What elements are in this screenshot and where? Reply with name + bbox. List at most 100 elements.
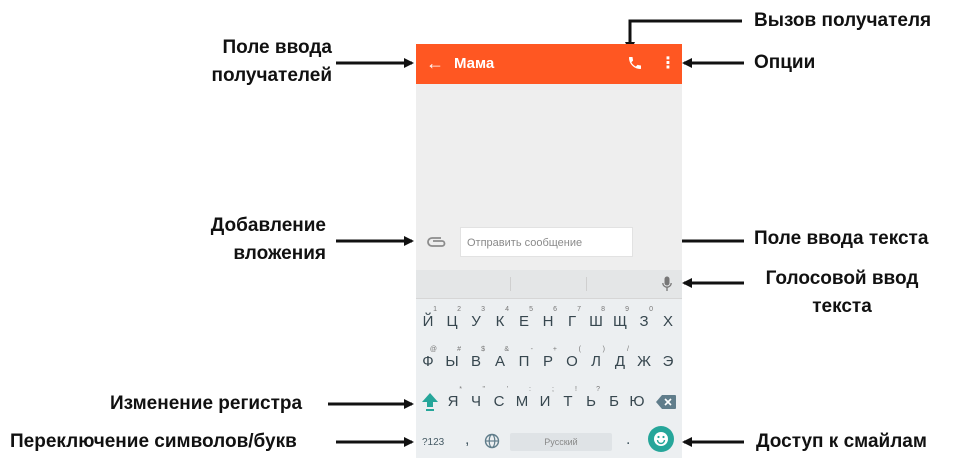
globe-icon[interactable] (484, 433, 500, 454)
key[interactable]: У3 (465, 305, 487, 339)
period-key[interactable]: . (626, 431, 630, 449)
key-hint: 6 (553, 306, 557, 313)
keyboard-row-3: Я * Ч " С ' М: И; Т! Ь? Б Ю (416, 385, 682, 419)
key-hint: ! (575, 386, 577, 393)
key[interactable]: Н6 (537, 305, 559, 339)
key[interactable]: К4 (489, 305, 511, 339)
key-label: Е (518, 313, 529, 330)
keyboard-row-1: Й1Ц2У3К4Е5Н6Г7Ш8Щ9З0Х (416, 305, 682, 339)
key[interactable]: Ю (626, 385, 648, 419)
key-label: Г (567, 313, 577, 330)
key[interactable]: М: (511, 385, 533, 419)
key-label: Я (447, 393, 459, 410)
compose-bar: Отправить сообщение (416, 224, 682, 264)
key-hint: 1 (433, 306, 437, 313)
recipient-name[interactable]: Мама (454, 55, 494, 72)
callout-emoji-access: Доступ к смайлам (756, 431, 927, 452)
key[interactable]: Щ9 (609, 305, 631, 339)
key[interactable]: Э (657, 345, 679, 379)
key[interactable]: Т! (557, 385, 579, 419)
key-hint: # (457, 346, 461, 353)
key-hint: 7 (577, 306, 581, 313)
phone-icon[interactable] (627, 54, 643, 77)
paperclip-icon[interactable] (426, 235, 448, 254)
mic-icon[interactable] (662, 276, 672, 297)
key-hint: ) (602, 346, 605, 353)
key-label: Ь (586, 393, 596, 410)
suggestion-divider (586, 277, 587, 291)
key-hint: & (504, 346, 509, 353)
key-hint: * (459, 386, 462, 393)
key-hint: " (482, 386, 486, 393)
key[interactable]: Д / (609, 345, 631, 379)
key[interactable]: Р + (537, 345, 559, 379)
key-label: Ю (629, 393, 645, 410)
key[interactable]: Я * (442, 385, 464, 419)
backspace-icon[interactable] (656, 395, 676, 414)
callout-symbols-switch: Переключение символов/букв (10, 431, 297, 452)
callout-voice-input: Голосовой ввод текста (765, 268, 919, 317)
key[interactable]: Е5 (513, 305, 535, 339)
key[interactable]: Г7 (561, 305, 583, 339)
key[interactable]: С ' (488, 385, 510, 419)
key-hint: - (530, 346, 533, 353)
key[interactable]: З0 (633, 305, 655, 339)
comma-key[interactable]: , (465, 431, 469, 449)
app-bar: ← Мама ⋮ (416, 44, 682, 84)
key-hint: + (552, 346, 557, 353)
key-hint: 2 (457, 306, 461, 313)
key-label: Э (662, 353, 674, 370)
key-label: Щ (612, 313, 628, 330)
key-hint: ; (552, 386, 554, 393)
key-label: Ч (471, 393, 481, 410)
key-label: Х (662, 313, 673, 330)
callout-options: Опции (754, 52, 816, 73)
callout-call-recipient: Вызов получателя (754, 10, 932, 31)
key-label: Р (542, 353, 553, 370)
key[interactable]: В $ (465, 345, 487, 379)
key[interactable]: Ч " (465, 385, 487, 419)
keyboard-row-4: ?123 , Русский . (416, 425, 682, 458)
key-hint: / (627, 346, 629, 353)
key[interactable]: Ь? (580, 385, 602, 419)
space-key[interactable]: Русский (510, 433, 612, 451)
key[interactable]: А & (489, 345, 511, 379)
key-hint: : (529, 386, 531, 393)
key[interactable]: Ц2 (441, 305, 463, 339)
key[interactable]: И; (534, 385, 556, 419)
key-label: Ж (637, 353, 651, 370)
back-arrow-icon[interactable]: ← (426, 52, 444, 74)
keyboard-row-2: Ф @ Ы # В $ А & П - Р + О(Л) Д / Ж Э (416, 345, 682, 379)
key[interactable]: Б (603, 385, 625, 419)
key-label: В (470, 353, 481, 370)
suggestion-divider (510, 277, 511, 291)
key-hint: ( (578, 346, 581, 353)
more-vert-icon[interactable]: ⋮ (660, 55, 676, 73)
key[interactable]: Ш8 (585, 305, 607, 339)
message-input[interactable]: Отправить сообщение (460, 227, 633, 257)
key-label: Д (614, 353, 626, 370)
key[interactable]: П- (513, 345, 535, 379)
key[interactable]: Л) (585, 345, 607, 379)
key-label: У (471, 313, 481, 330)
key-label: З (639, 313, 649, 330)
key-hint: 8 (601, 306, 605, 313)
key-label: Ш (589, 313, 603, 330)
keyboard: Й1Ц2У3К4Е5Н6Г7Ш8Щ9З0Х Ф @ Ы # В $ А & П - Р + О(Л) Д /… (416, 299, 682, 458)
key-label: А (494, 353, 505, 370)
key[interactable]: Й1 (417, 305, 439, 339)
key[interactable]: Ы # (441, 345, 463, 379)
symbols-key[interactable]: ?123 (422, 437, 444, 448)
key-label: Л (591, 353, 601, 370)
key[interactable]: Ф @ (417, 345, 439, 379)
suggestion-strip (416, 270, 682, 299)
key-label: П (518, 353, 530, 370)
key-hint: ? (596, 386, 600, 393)
key[interactable]: Х (657, 305, 679, 339)
shift-icon[interactable] (420, 391, 440, 418)
callout-shift: Изменение регистра (110, 393, 303, 414)
emoji-icon[interactable] (648, 426, 674, 452)
key[interactable]: Ж (633, 345, 655, 379)
key[interactable]: О( (561, 345, 583, 379)
key-label: С (493, 393, 505, 410)
